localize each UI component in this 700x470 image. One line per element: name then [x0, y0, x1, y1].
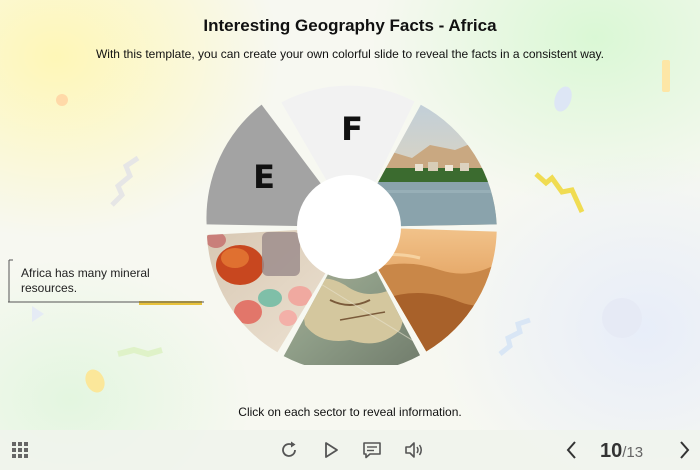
- wheel-center: [297, 175, 401, 279]
- replay-icon[interactable]: [277, 438, 301, 462]
- instruction-text: Click on each sector to reveal informati…: [238, 405, 462, 419]
- current-page: 10: [600, 440, 623, 462]
- menu-grid-icon[interactable]: [8, 438, 32, 462]
- sector-f-letter: F: [341, 110, 363, 148]
- sector-e-letter: E: [253, 158, 275, 196]
- sector-wheel: F E: [139, 85, 497, 365]
- volume-icon[interactable]: [402, 438, 426, 462]
- next-icon[interactable]: [672, 438, 696, 462]
- page-counter: 10/13: [600, 440, 643, 463]
- play-icon[interactable]: [319, 438, 343, 462]
- fact-callout: Africa has many mineral resources.: [8, 258, 208, 304]
- callout-text: Africa has many mineral resources.: [21, 266, 150, 295]
- player-toolbar: [0, 430, 700, 470]
- total-pages: /13: [622, 444, 644, 461]
- previous-icon[interactable]: [560, 438, 584, 462]
- slide-canvas: Interesting Geography Facts - Africa Wit…: [0, 0, 700, 430]
- captions-icon[interactable]: [360, 438, 384, 462]
